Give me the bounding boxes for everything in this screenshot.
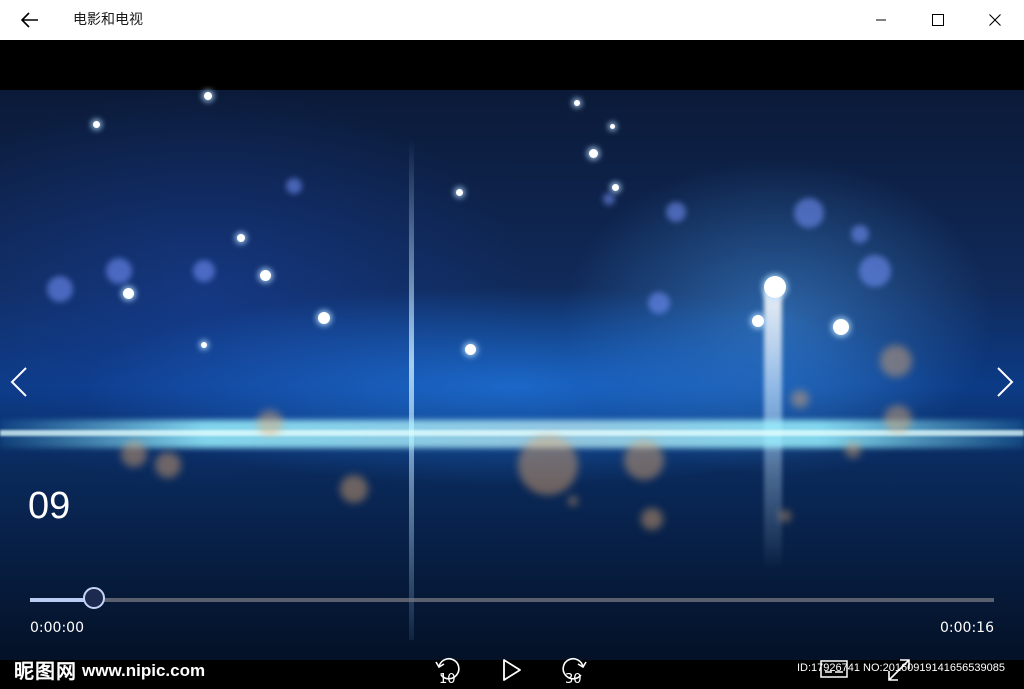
previous-button[interactable] [7, 365, 31, 399]
skip-back-seconds: 10 [439, 672, 456, 687]
back-button[interactable] [0, 0, 60, 40]
video-frame [0, 90, 1024, 660]
maximize-icon [931, 14, 944, 26]
seek-thumb[interactable] [82, 587, 105, 609]
close-icon [988, 14, 1001, 26]
chevron-left-icon [10, 367, 27, 397]
video-player[interactable]: 09 0:00:00 0:00:16 10 30 昵图网 www.nipic.c… [0, 40, 1024, 689]
skip-forward-button[interactable]: 30 [556, 652, 592, 688]
watermark-logo: 昵图网 [14, 659, 77, 683]
back-arrow-icon [21, 12, 38, 28]
minimize-icon [875, 19, 886, 21]
maximize-button[interactable] [909, 0, 966, 40]
close-button[interactable] [966, 0, 1023, 40]
seek-bar[interactable] [30, 587, 994, 609]
chevron-right-icon [997, 367, 1014, 397]
watermark-id: ID:17926741 NO:20160919141656539085 [797, 662, 1005, 674]
play-button[interactable] [494, 652, 530, 688]
watermark-url: www.nipic.com [82, 661, 206, 680]
next-button[interactable] [993, 365, 1017, 399]
skip-forward-seconds: 30 [565, 672, 582, 687]
elapsed-time: 0:00:00 [30, 620, 84, 636]
play-icon [503, 659, 521, 681]
minimize-button[interactable] [852, 0, 909, 40]
window-title: 电影和电视 [73, 12, 143, 28]
title-bar: 电影和电视 [0, 0, 1024, 40]
skip-back-button[interactable]: 10 [430, 652, 466, 688]
video-title: 09 [28, 485, 71, 527]
total-duration: 0:00:16 [940, 620, 994, 636]
